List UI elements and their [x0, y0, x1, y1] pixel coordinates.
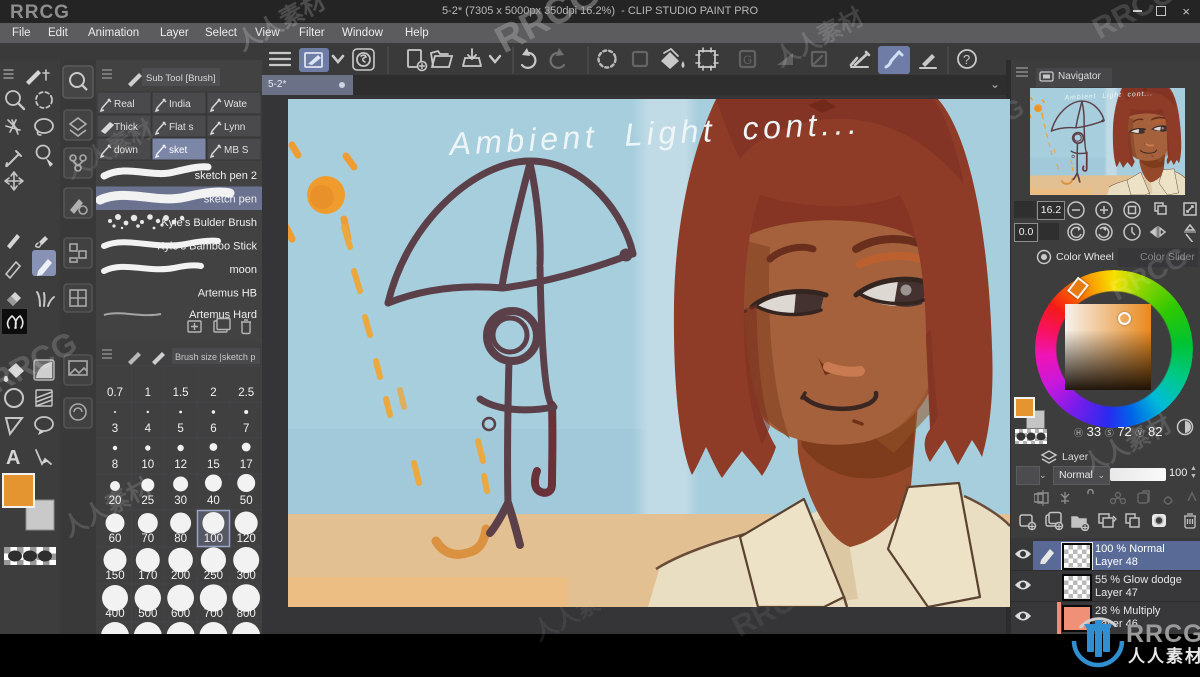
svg-text:1.5: 1.5: [173, 387, 189, 399]
svg-text:down: down: [114, 145, 138, 156]
svg-text:6: 6: [210, 423, 216, 435]
svg-text:Artemus HB: Artemus HB: [198, 288, 257, 300]
svg-text:Real: Real: [114, 99, 135, 110]
svg-text:600: 600: [171, 608, 190, 620]
svg-text:MB S: MB S: [224, 145, 249, 156]
svg-text:250: 250: [204, 570, 223, 582]
svg-text:10: 10: [141, 459, 154, 471]
svg-text:200: 200: [171, 570, 190, 582]
svg-text:Sub Tool [Brush]: Sub Tool [Brush]: [146, 73, 216, 84]
svg-text:50: 50: [240, 495, 253, 507]
svg-text:Brush size |sketch p: Brush size |sketch p: [175, 352, 255, 362]
svg-text:1: 1: [145, 387, 151, 399]
svg-text:Lynn: Lynn: [224, 122, 245, 133]
svg-text:15: 15: [207, 459, 220, 471]
svg-text:170: 170: [138, 570, 157, 582]
svg-text:?: ?: [963, 52, 970, 67]
svg-text:Thick: Thick: [114, 122, 139, 133]
svg-text:3: 3: [112, 423, 118, 435]
svg-text:25: 25: [141, 495, 154, 507]
svg-text:2.5: 2.5: [238, 387, 254, 399]
svg-text:India: India: [169, 99, 191, 110]
svg-text:70: 70: [141, 533, 154, 545]
svg-text:500: 500: [138, 608, 157, 620]
svg-text:80: 80: [174, 533, 187, 545]
svg-text:12: 12: [174, 459, 187, 471]
svg-text:0.7: 0.7: [107, 387, 123, 399]
svg-text:30: 30: [174, 495, 187, 507]
svg-text:RRCG: RRCG: [1126, 620, 1200, 648]
svg-text:A: A: [6, 447, 20, 469]
svg-text:G: G: [743, 53, 752, 67]
svg-text:4: 4: [145, 423, 152, 435]
svg-text:7: 7: [243, 423, 249, 435]
svg-text:700: 700: [204, 608, 223, 620]
svg-text:400: 400: [105, 608, 124, 620]
svg-text:sketch pen 2: sketch pen 2: [195, 170, 257, 182]
svg-text:100: 100: [204, 533, 223, 545]
svg-text:300: 300: [237, 570, 256, 582]
svg-text:800: 800: [237, 608, 256, 620]
svg-text:人人素材: 人人素材: [1128, 646, 1200, 666]
svg-text:Wate: Wate: [224, 99, 247, 110]
svg-text:sket: sket: [169, 145, 188, 156]
svg-text:2: 2: [210, 387, 216, 399]
svg-text:Flat s: Flat s: [169, 122, 193, 133]
svg-text:150: 150: [105, 570, 124, 582]
svg-text:120: 120: [237, 533, 256, 545]
svg-text:20: 20: [109, 495, 122, 507]
svg-text:8: 8: [112, 459, 118, 471]
svg-text:40: 40: [207, 495, 220, 507]
svg-text:5: 5: [177, 423, 183, 435]
svg-text:moon: moon: [229, 264, 257, 276]
svg-text:60: 60: [109, 533, 122, 545]
svg-text:17: 17: [240, 459, 253, 471]
